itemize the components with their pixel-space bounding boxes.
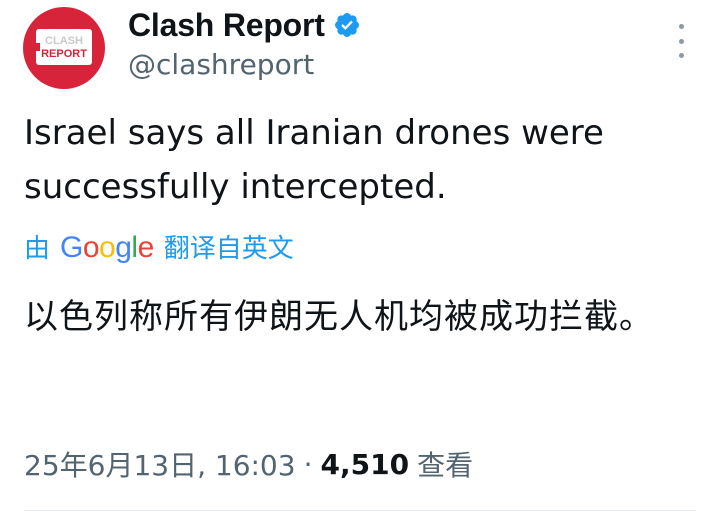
more-options-icon[interactable] [672,24,690,58]
author-block: Clash Report @clashreport [128,2,361,81]
translation-prefix: 由 [24,234,51,264]
avatar[interactable]: CLASH REPORT [23,7,105,89]
dot [678,24,684,29]
view-count: 4,510 [320,447,410,481]
google-logo: Google [60,231,154,264]
verified-badge-icon[interactable] [333,11,361,39]
tweet-meta: 25年6月13日, 16:03 · 4,510 查看 [24,444,473,484]
dot [678,38,684,44]
translation-suffix: 翻译自英文 [163,234,294,264]
translation-attribution[interactable]: 由 Google 翻译自英文 [24,228,294,265]
display-name[interactable]: Clash Report [128,7,325,44]
translated-text: 以色列称所有伊朗无人机均被成功拦截。 [24,297,654,337]
tweet-text: Israel says all Iranian drones were succ… [24,113,604,207]
divider [24,510,696,511]
meta-separator: · [303,447,313,481]
view-label: 查看 [417,449,474,482]
dot [678,53,684,58]
tweet: CLASH REPORT Clash Report @clashreport I… [0,0,720,524]
avatar-logo-text-bottom: REPORT [41,48,87,60]
clash-report-logo: CLASH REPORT [36,29,92,65]
handle[interactable]: @clashreport [128,48,361,81]
timestamp[interactable]: 25年6月13日, 16:03 [24,444,296,484]
name-row: Clash Report [128,2,361,48]
avatar-logo-text-top: CLASH [45,35,83,47]
